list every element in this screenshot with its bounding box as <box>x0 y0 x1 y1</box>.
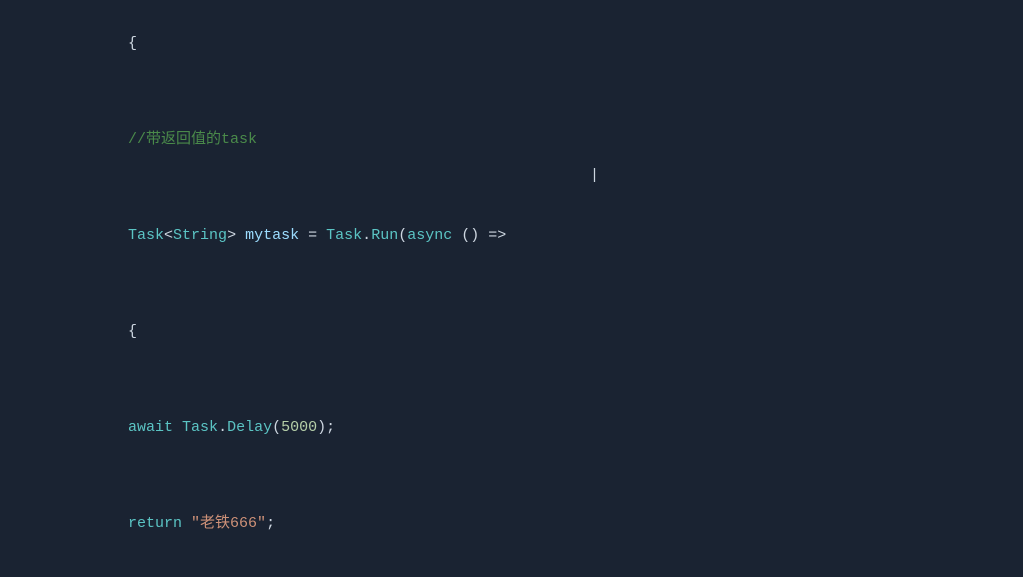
keyword-return: return <box>128 515 182 532</box>
code-line: return "老铁666"; <box>0 464 1023 560</box>
line-content: { <box>70 8 1023 80</box>
brace: { <box>128 35 137 52</box>
line-content: return "老铁666"; <box>70 464 1023 560</box>
line-content: Task<String> mytask = Task.Run(async () … <box>70 176 1023 272</box>
code-line: { <box>0 8 1023 80</box>
code-editor: { //带返回值的task Task<String> mytask = Task… <box>0 0 1023 577</box>
line-content: await Task.Delay(5000); <box>70 368 1023 464</box>
line-content: //带返回值的task <box>70 80 1023 176</box>
line-content: { <box>70 272 1023 368</box>
type-keyword: Task <box>128 227 164 244</box>
line-content: }, cancellationToken.Token); <box>70 560 1023 577</box>
code-line: }, cancellationToken.Token); <box>0 560 1023 577</box>
code-line: await Task.Delay(5000); <box>0 368 1023 464</box>
comment-text: //带返回值的task <box>128 131 257 148</box>
keyword-await: await <box>128 419 173 436</box>
code-line: Task<String> mytask = Task.Run(async () … <box>0 176 1023 272</box>
code-line: //带返回值的task <box>0 80 1023 176</box>
code-line: { <box>0 272 1023 368</box>
